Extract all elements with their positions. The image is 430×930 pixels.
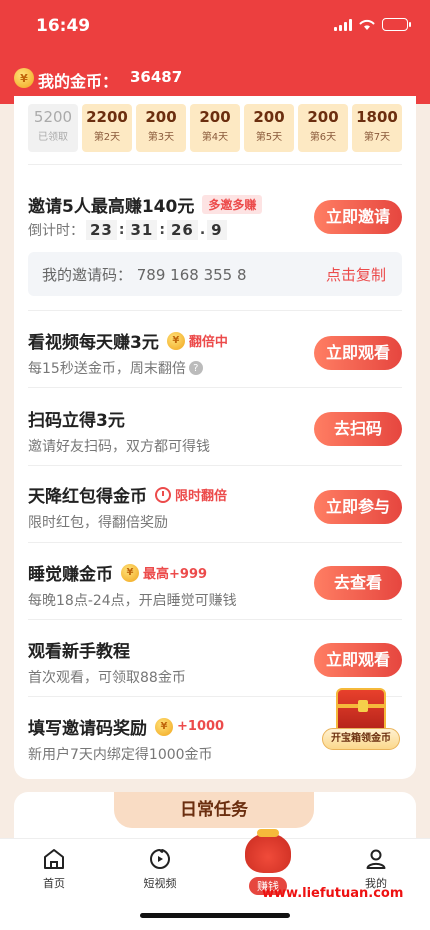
max-reward-tag: ¥ 最高+999: [121, 563, 207, 582]
divider: [28, 619, 402, 620]
checkin-day-7[interactable]: 1800 第7天: [352, 104, 402, 152]
task-title: 填写邀请码奖励: [28, 719, 147, 739]
coin-amount: 36487: [130, 68, 183, 86]
status-bar: 16:49: [0, 0, 430, 56]
tab-profile[interactable]: 我的: [336, 847, 416, 891]
signal-icon: [334, 18, 352, 31]
reward-tag: ¥ +1000: [155, 717, 224, 736]
tab-label: 短视频: [143, 877, 177, 890]
watch-video-button[interactable]: 立即观看: [314, 336, 402, 370]
battery-icon: [382, 18, 411, 31]
task-title: 扫码立得3元: [28, 411, 125, 431]
divider: [28, 164, 402, 165]
task-red-packet: 天降红包得金币 限时翻倍 限时红包，得翻倍奖励 立即参与: [28, 482, 402, 542]
join-button[interactable]: 立即参与: [314, 490, 402, 524]
task-subtitle: 首次观看，可领取88金币: [28, 670, 186, 686]
wifi-icon: [359, 19, 375, 30]
task-watch-video: 看视频每天赚3元 ¥ 翻倍中 每15秒送金币，周末翻倍 ? 立即观看: [28, 328, 402, 388]
invite-code: 我的邀请码： 789 168 355 8: [42, 266, 247, 284]
countdown: 倒计时： 23: 31: 26. 9: [28, 220, 227, 240]
tab-home[interactable]: 首页: [14, 847, 94, 891]
watch-tutorial-button[interactable]: 立即观看: [314, 643, 402, 677]
view-button[interactable]: 去查看: [314, 566, 402, 600]
coin-icon: ¥: [155, 717, 173, 736]
task-subtitle: 限时红包，得翻倍奖励: [28, 515, 168, 531]
watermark-text: www.liefutuan.com: [262, 886, 404, 901]
checkin-days: 5200 已领取 2200 第2天 200 第3天 200 第4天 200 第5天 200…: [28, 104, 402, 152]
checkin-day-6[interactable]: 200 第6天: [298, 104, 348, 152]
divider: [28, 542, 402, 543]
home-icon: [44, 849, 64, 869]
task-subtitle: 每晚18点-24点，开启睡觉可赚钱: [28, 593, 237, 609]
task-sleep: 睡觉赚金币 ¥ 最高+999 每晚18点-24点，开启睡觉可赚钱 去查看: [28, 560, 402, 620]
task-scan-code: 扫码立得3元 邀请好友扫码，双方都可得钱 去扫码: [28, 406, 402, 466]
copy-code-link[interactable]: 点击复制: [326, 264, 386, 285]
invite-title: 邀请5人最高赚140元: [28, 197, 195, 217]
clock-icon: [155, 486, 171, 503]
coin-icon: ¥: [121, 563, 139, 582]
daily-tasks-title: 日常任务: [114, 792, 314, 828]
checkin-day-4[interactable]: 200 第4天: [190, 104, 240, 152]
countdown-label: 倒计时：: [28, 223, 84, 239]
task-title: 睡觉赚金币: [28, 565, 113, 585]
video-icon: [150, 849, 170, 869]
task-card: 5200 已领取 2200 第2天 200 第3天 200 第4天 200 第5天 200…: [14, 96, 416, 779]
divider: [28, 387, 402, 388]
task-title: 观看新手教程: [28, 642, 130, 662]
coin-icon: ¥: [166, 331, 185, 350]
checkin-day-1[interactable]: 5200 已领取: [28, 104, 78, 152]
invite-code-box: 我的邀请码： 789 168 355 8 点击复制: [28, 252, 402, 296]
limited-tag: 限时翻倍: [155, 485, 227, 504]
treasure-chest[interactable]: 开宝箱领金币: [322, 688, 400, 768]
divider: [28, 465, 402, 466]
checkin-day-2[interactable]: 2200 第2天: [82, 104, 132, 152]
countdown-hours: 23: [86, 220, 117, 240]
checkin-day-3[interactable]: 200 第3天: [136, 104, 186, 152]
tab-short-video[interactable]: 短视频: [120, 847, 200, 891]
coin-icon: ¥: [14, 68, 34, 88]
profile-icon: [366, 849, 386, 869]
task-subtitle: 新用户7天内绑定得1000金币: [28, 747, 213, 763]
task-title: 天降红包得金币: [28, 487, 147, 507]
money-bag-icon: [245, 829, 291, 873]
invite-button[interactable]: 立即邀请: [314, 200, 402, 234]
countdown-minutes: 31: [126, 220, 158, 240]
countdown-seconds: 26: [166, 220, 198, 240]
task-title: 看视频每天赚3元: [28, 333, 159, 353]
task-subtitle: 邀请好友扫码，双方都可得钱: [28, 439, 210, 455]
help-icon[interactable]: ?: [188, 361, 203, 375]
invite-badge: 多邀多赚: [202, 195, 263, 214]
invite-task: 邀请5人最高赚140元 多邀多赚 倒计时： 23: 31: 26. 9 立即邀请: [28, 192, 402, 252]
home-indicator: [140, 913, 290, 918]
task-subtitle: 每15秒送金币，周末翻倍: [28, 361, 186, 377]
tab-label: 首页: [43, 877, 65, 890]
chest-label: 开宝箱领金币: [322, 728, 400, 750]
coin-title: 我的金币：: [38, 72, 119, 91]
scan-button[interactable]: 去扫码: [314, 412, 402, 446]
checkin-day-5[interactable]: 200 第5天: [244, 104, 294, 152]
divider: [28, 310, 402, 311]
countdown-fraction: 9: [207, 220, 227, 240]
double-tag: ¥ 翻倍中: [166, 331, 228, 350]
status-icons: [334, 18, 411, 31]
clock: 16:49: [36, 16, 91, 36]
chest-icon: [336, 688, 386, 732]
